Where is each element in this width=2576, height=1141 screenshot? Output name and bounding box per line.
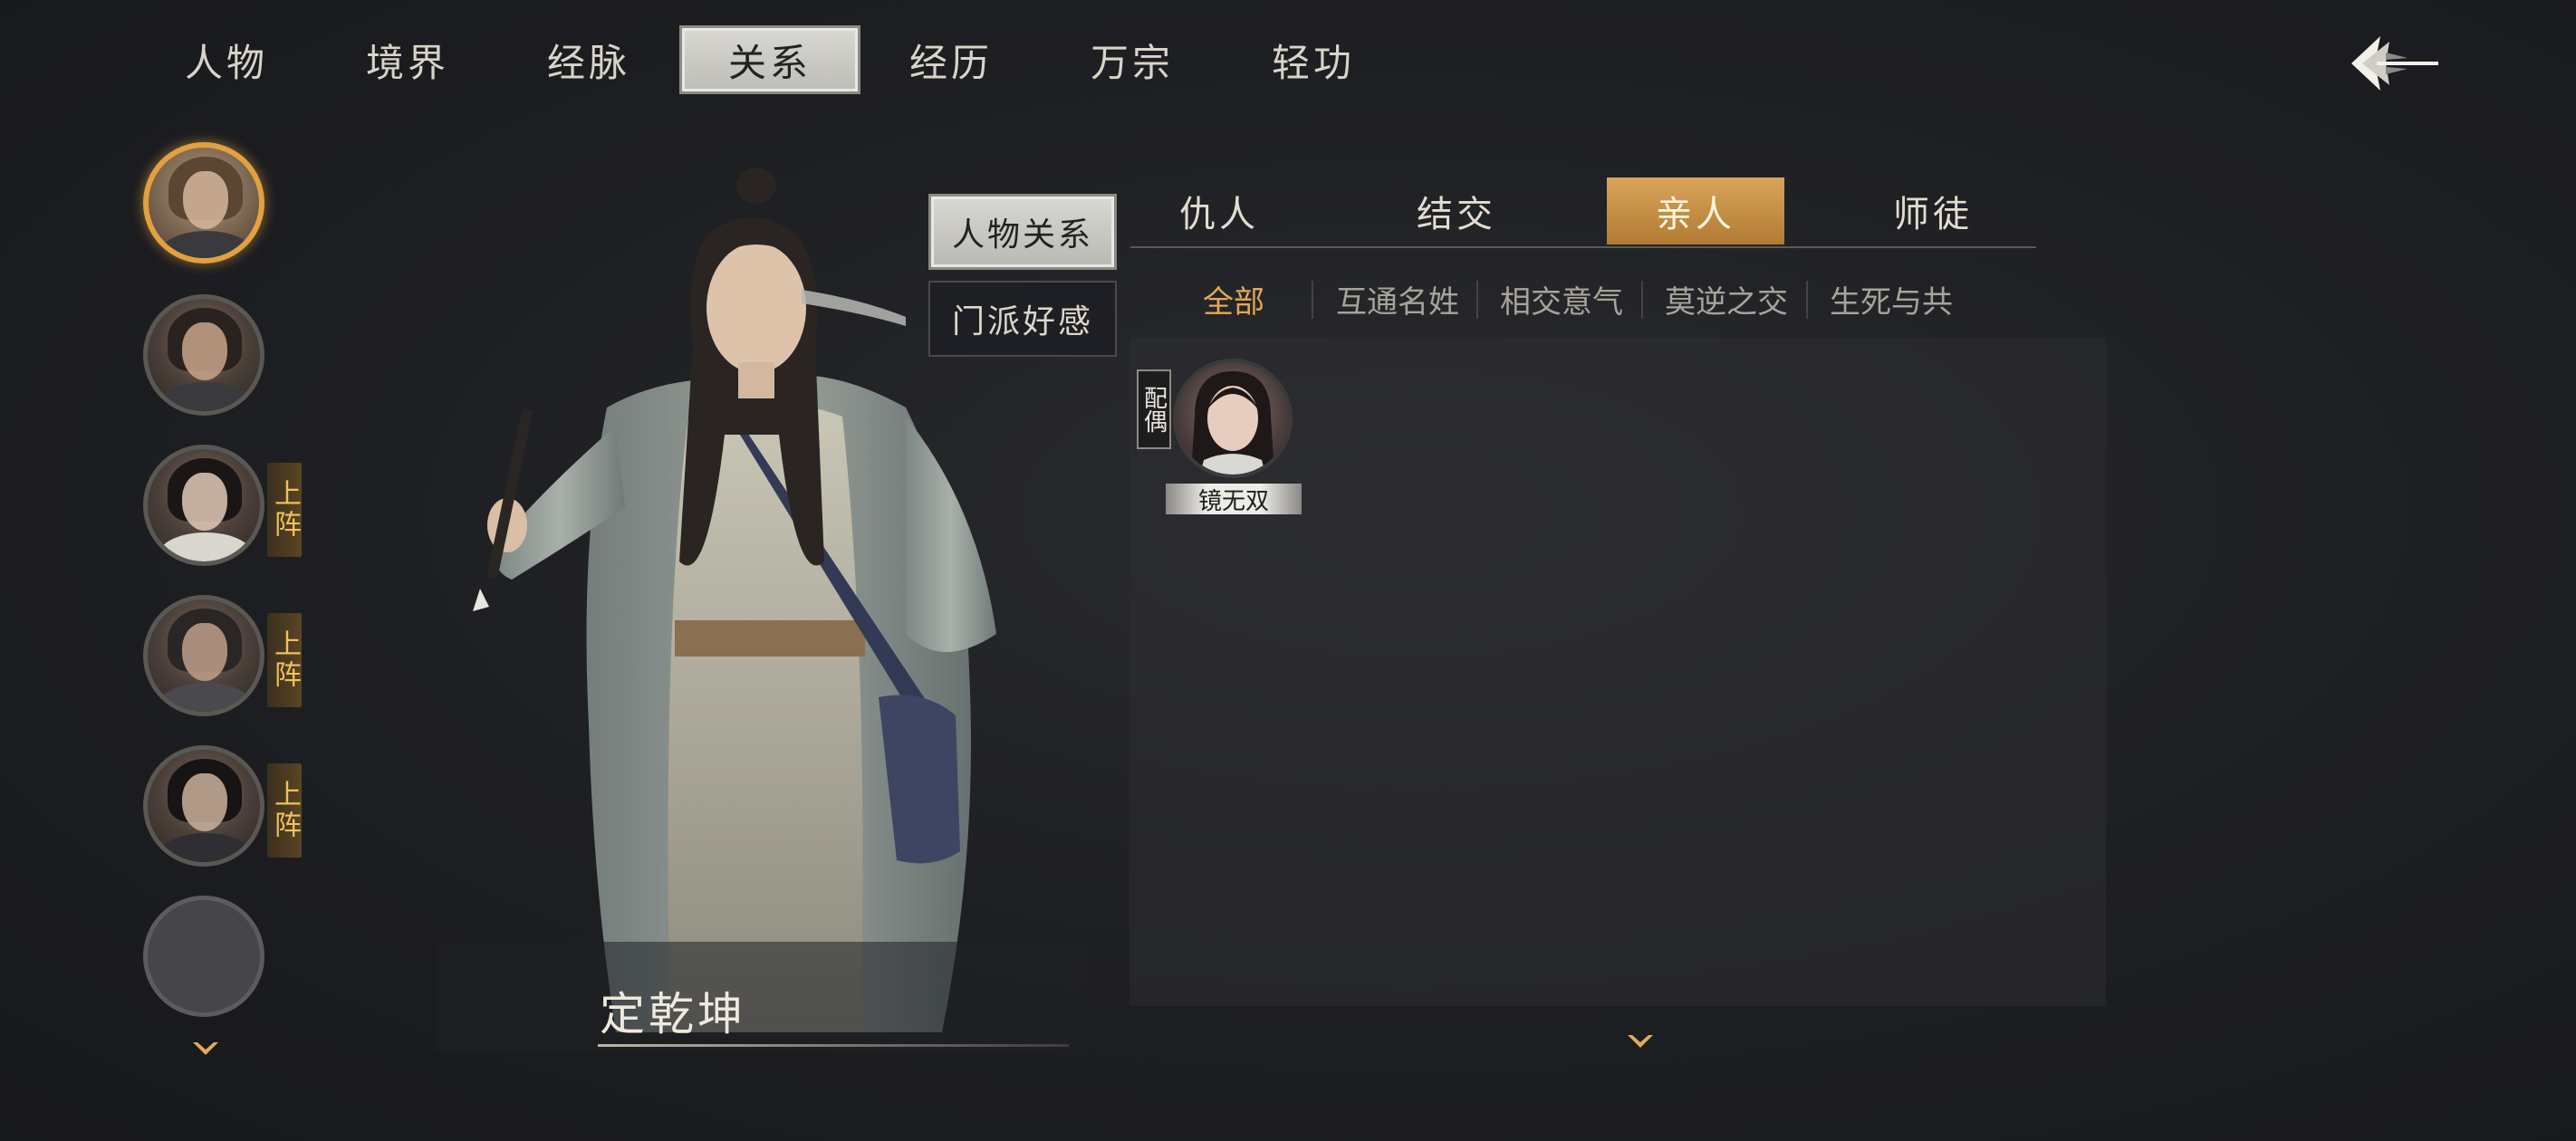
party-avatar-5[interactable]: 上阵 bbox=[136, 745, 317, 881]
filter-all[interactable]: 全部 bbox=[1203, 272, 1264, 326]
back-button[interactable] bbox=[2341, 23, 2446, 104]
tab-character-relations[interactable]: 人物关系 bbox=[928, 194, 1117, 270]
tab-qinggong[interactable]: 轻功 bbox=[1223, 25, 1404, 94]
relation-type-tag: 配偶 bbox=[1137, 369, 1171, 449]
party-avatar-1[interactable] bbox=[136, 142, 317, 278]
tab-realm[interactable]: 境界 bbox=[317, 25, 498, 94]
tab-experience[interactable]: 经历 bbox=[860, 25, 1042, 94]
tab-family[interactable]: 亲人 bbox=[1607, 177, 1784, 244]
chevron-down-icon[interactable] bbox=[1625, 1032, 1656, 1052]
avatar bbox=[143, 294, 264, 416]
party-avatar-3[interactable]: 上阵 bbox=[136, 445, 317, 580]
avatar bbox=[143, 595, 264, 716]
tab-acquaintances[interactable]: 结交 bbox=[1368, 177, 1545, 244]
tab-character[interactable]: 人物 bbox=[136, 25, 317, 94]
deploy-badge: 上阵 bbox=[267, 763, 302, 858]
member-portrait bbox=[1191, 371, 1274, 475]
deploy-badge: 上阵 bbox=[267, 613, 302, 707]
filter-names-known[interactable]: 互通名姓 bbox=[1336, 272, 1459, 326]
chevron-down-icon[interactable] bbox=[190, 1040, 221, 1060]
back-arrow-icon bbox=[2350, 36, 2438, 91]
tab-meridians[interactable]: 经脉 bbox=[498, 25, 679, 94]
avatar bbox=[143, 445, 264, 566]
avatar bbox=[143, 142, 264, 264]
deploy-badge: 上阵 bbox=[267, 463, 302, 557]
filter-sworn-life-death[interactable]: 生死与共 bbox=[1830, 272, 1953, 326]
tab-relations[interactable]: 关系 bbox=[679, 25, 860, 94]
tab-sect-favor[interactable]: 门派好感 bbox=[928, 281, 1117, 357]
filter-kindred-spirits[interactable]: 相交意气 bbox=[1500, 272, 1623, 326]
filter-close-friends[interactable]: 莫逆之交 bbox=[1665, 272, 1788, 326]
name-underline bbox=[598, 1044, 1069, 1047]
member-name: 镜无双 bbox=[1166, 484, 1302, 515]
avatar bbox=[1173, 359, 1293, 478]
party-avatar-empty[interactable] bbox=[136, 896, 317, 1031]
relation-member-card[interactable]: 配偶 镜无双 bbox=[1137, 359, 1309, 522]
tab-master-disciple[interactable]: 师徒 bbox=[1844, 177, 2022, 244]
top-nav: 人物 境界 经脉 关系 经历 万宗 轻功 bbox=[136, 25, 1404, 98]
party-avatar-2[interactable] bbox=[136, 294, 317, 430]
empty-avatar-slot bbox=[143, 896, 264, 1017]
avatar bbox=[143, 745, 264, 867]
character-name: 定乾坤 bbox=[600, 988, 746, 1040]
tab-enemies[interactable]: 仇人 bbox=[1130, 177, 1308, 244]
party-avatar-4[interactable]: 上阵 bbox=[136, 595, 317, 731]
relation-tabs: 仇人 结交 亲人 师徒 bbox=[1130, 177, 2036, 248]
tab-sects[interactable]: 万宗 bbox=[1042, 25, 1223, 94]
